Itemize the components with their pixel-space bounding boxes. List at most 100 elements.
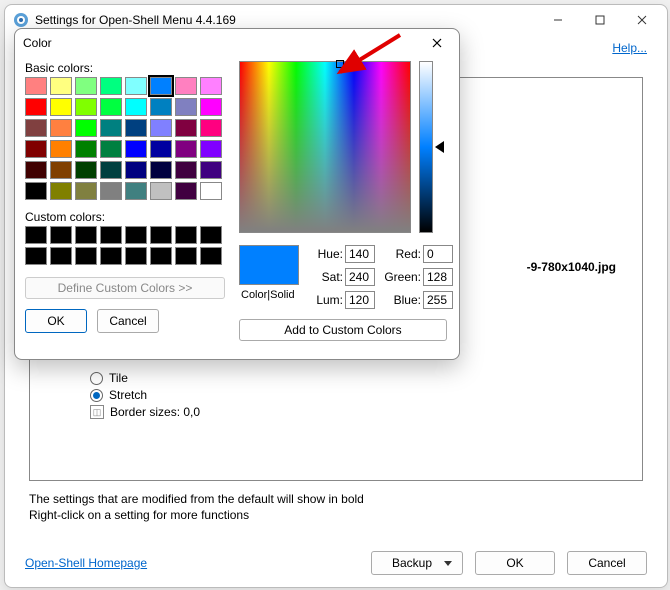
- basic-color-swatch[interactable]: [125, 161, 147, 179]
- basic-color-swatch[interactable]: [50, 98, 72, 116]
- custom-color-swatch[interactable]: [50, 226, 72, 244]
- minimize-button[interactable]: [537, 6, 579, 34]
- basic-color-swatch[interactable]: [100, 161, 122, 179]
- custom-color-swatch[interactable]: [200, 247, 222, 265]
- basic-color-swatch[interactable]: [75, 182, 97, 200]
- radio-tile-row[interactable]: Tile: [90, 371, 642, 385]
- custom-color-swatch[interactable]: [25, 247, 47, 265]
- basic-color-swatch[interactable]: [175, 140, 197, 158]
- hue-input[interactable]: [345, 245, 375, 263]
- basic-color-swatch[interactable]: [25, 161, 47, 179]
- basic-color-swatch[interactable]: [200, 182, 222, 200]
- cancel-button-label: Cancel: [588, 556, 625, 570]
- luminance-arrow[interactable]: [435, 141, 444, 153]
- homepage-link[interactable]: Open-Shell Homepage: [25, 556, 359, 570]
- backup-button-label: Backup: [392, 556, 432, 570]
- cancel-button[interactable]: Cancel: [567, 551, 647, 575]
- rgb-inputs: Red: Green: Blue:: [381, 245, 455, 309]
- luminance-strip[interactable]: [419, 61, 433, 233]
- border-sizes-row[interactable]: ◫ Border sizes: 0,0: [90, 405, 642, 419]
- basic-color-swatch[interactable]: [125, 119, 147, 137]
- close-button[interactable]: [621, 6, 663, 34]
- basic-color-swatch[interactable]: [175, 77, 197, 95]
- color-ok-button[interactable]: OK: [25, 309, 87, 333]
- radio-tile[interactable]: [90, 372, 103, 385]
- custom-color-swatch[interactable]: [75, 226, 97, 244]
- basic-color-swatch[interactable]: [75, 140, 97, 158]
- help-link[interactable]: Help...: [612, 41, 647, 55]
- color-dialog-title: Color: [23, 36, 423, 50]
- basic-color-swatch[interactable]: [175, 161, 197, 179]
- sat-input[interactable]: [345, 268, 375, 286]
- green-input[interactable]: [423, 268, 453, 286]
- maximize-button[interactable]: [579, 6, 621, 34]
- define-custom-colors-button[interactable]: Define Custom Colors >>: [25, 277, 225, 299]
- basic-color-swatch[interactable]: [100, 140, 122, 158]
- basic-color-swatch[interactable]: [150, 140, 172, 158]
- basic-color-swatch[interactable]: [200, 77, 222, 95]
- basic-color-swatch[interactable]: [150, 161, 172, 179]
- basic-color-swatch[interactable]: [175, 119, 197, 137]
- hue-sat-field[interactable]: [239, 61, 411, 233]
- basic-color-swatch[interactable]: [25, 119, 47, 137]
- basic-color-swatch[interactable]: [150, 119, 172, 137]
- basic-color-swatch[interactable]: [25, 182, 47, 200]
- basic-color-swatch[interactable]: [150, 77, 172, 95]
- ok-button[interactable]: OK: [475, 551, 555, 575]
- custom-color-swatch[interactable]: [25, 226, 47, 244]
- basic-color-swatch[interactable]: [100, 119, 122, 137]
- custom-color-swatch[interactable]: [100, 247, 122, 265]
- color-dialog-titlebar: Color: [15, 29, 459, 57]
- custom-color-swatch[interactable]: [200, 226, 222, 244]
- basic-color-swatch[interactable]: [75, 98, 97, 116]
- basic-color-swatch[interactable]: [200, 98, 222, 116]
- custom-color-swatch[interactable]: [125, 226, 147, 244]
- basic-color-swatch[interactable]: [125, 182, 147, 200]
- blue-input[interactable]: [423, 291, 453, 309]
- custom-color-swatch[interactable]: [175, 226, 197, 244]
- custom-color-swatch[interactable]: [125, 247, 147, 265]
- custom-color-swatch[interactable]: [175, 247, 197, 265]
- backup-button[interactable]: Backup: [371, 551, 463, 575]
- filename-fragment: -9-780x1040.jpg: [527, 260, 616, 274]
- basic-color-swatch[interactable]: [200, 161, 222, 179]
- basic-color-swatch[interactable]: [200, 140, 222, 158]
- lum-input[interactable]: [345, 291, 375, 309]
- basic-color-swatch[interactable]: [175, 98, 197, 116]
- red-input[interactable]: [423, 245, 453, 263]
- color-dialog-close[interactable]: [423, 29, 451, 57]
- basic-color-swatch[interactable]: [150, 182, 172, 200]
- basic-color-swatch[interactable]: [50, 182, 72, 200]
- basic-color-swatch[interactable]: [100, 98, 122, 116]
- custom-color-swatch[interactable]: [150, 247, 172, 265]
- basic-color-swatch[interactable]: [25, 98, 47, 116]
- color-left-column: Basic colors: Custom colors: Define Cust…: [25, 61, 231, 333]
- basic-color-swatch[interactable]: [50, 119, 72, 137]
- basic-color-swatch[interactable]: [50, 77, 72, 95]
- basic-color-swatch[interactable]: [175, 182, 197, 200]
- basic-color-swatch[interactable]: [75, 77, 97, 95]
- custom-color-swatch[interactable]: [75, 247, 97, 265]
- basic-color-swatch[interactable]: [50, 161, 72, 179]
- radio-stretch-row[interactable]: Stretch: [90, 388, 642, 402]
- add-to-custom-button[interactable]: Add to Custom Colors: [239, 319, 447, 341]
- custom-color-swatch[interactable]: [100, 226, 122, 244]
- basic-color-swatch[interactable]: [125, 140, 147, 158]
- basic-color-swatch[interactable]: [100, 182, 122, 200]
- basic-color-swatch[interactable]: [150, 98, 172, 116]
- custom-colors-label: Custom colors:: [25, 210, 231, 224]
- basic-color-swatch[interactable]: [75, 119, 97, 137]
- basic-color-swatch[interactable]: [75, 161, 97, 179]
- basic-color-swatch[interactable]: [125, 98, 147, 116]
- basic-color-swatch[interactable]: [50, 140, 72, 158]
- custom-color-swatch[interactable]: [150, 226, 172, 244]
- basic-color-swatch[interactable]: [125, 77, 147, 95]
- radio-stretch[interactable]: [90, 389, 103, 402]
- color-cancel-button[interactable]: Cancel: [97, 309, 159, 333]
- bottom-button-row: Open-Shell Homepage Backup OK Cancel: [5, 551, 667, 575]
- custom-color-swatch[interactable]: [50, 247, 72, 265]
- basic-color-swatch[interactable]: [200, 119, 222, 137]
- basic-color-swatch[interactable]: [25, 140, 47, 158]
- basic-color-swatch[interactable]: [25, 77, 47, 95]
- basic-color-swatch[interactable]: [100, 77, 122, 95]
